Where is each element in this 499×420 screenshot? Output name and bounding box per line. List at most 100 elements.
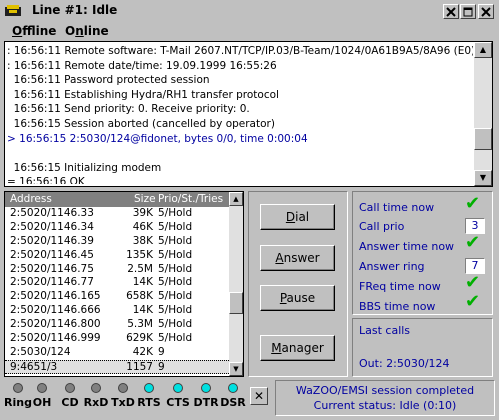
freq-time-check-icon: ✔ (465, 272, 481, 293)
table-header: Address Size Prio/St./Tries (5, 192, 229, 207)
last-call-out: Out: 2:5030/124 (359, 357, 450, 370)
led-dsr-label: DSR (220, 396, 246, 409)
led-txd-icon (118, 383, 128, 393)
cell-size: 658K (126, 290, 153, 303)
dial-button[interactable]: Dial (260, 204, 335, 230)
cell-size: 38K (132, 234, 153, 247)
menu-online[interactable]: Online (65, 24, 109, 38)
call-prio-label: Call prio (359, 220, 405, 233)
cell-prio: 5/Hold (158, 318, 193, 331)
table-row[interactable]: 2:5020/1146.999 629K 5/Hold (5, 332, 229, 346)
menu-online-label: Online (65, 24, 109, 38)
table-row[interactable]: 2:5020/1146.800 5.3M 5/Hold (5, 318, 229, 332)
answer-time-now-label: Answer time now (359, 240, 455, 253)
cell-address: 2:5020/1146.77 (10, 276, 94, 289)
cell-prio: 5/Hold (158, 290, 193, 303)
freq-time-now-label: FReq time now (359, 280, 441, 293)
maximize-icon[interactable] (460, 4, 476, 19)
table-row[interactable]: 2:5020/1146.33 39K 5/Hold (5, 207, 229, 221)
led-dsr-icon (228, 383, 238, 393)
cell-prio: 5/Hold (158, 234, 193, 247)
cell-size: 629K (126, 332, 153, 345)
col-address-header[interactable]: Address (10, 193, 52, 205)
answer-button[interactable]: Answer (260, 245, 335, 271)
log-line: : 16:56:11 Remote date/time: 19.09.1999 … (7, 59, 277, 72)
col-prio-header[interactable]: Prio/St./Tries (158, 193, 223, 205)
log-line: 16:56:11 Establishing Hydra/RH1 transfer… (7, 88, 279, 101)
close-icon[interactable] (443, 4, 459, 19)
scroll-up-icon[interactable]: ▲ (474, 42, 492, 58)
call-time-now-label: Call time now (359, 201, 435, 214)
log-line: = 16:56:16 OK (7, 176, 85, 184)
close-window-icon[interactable] (478, 4, 494, 19)
bbs-time-check-icon: ✔ (465, 291, 481, 312)
led-dtr-label: DTR (193, 396, 219, 409)
col-size-header[interactable]: Size (134, 193, 156, 205)
log-scroll-thumb[interactable] (474, 128, 492, 150)
cell-size: 14K (132, 304, 153, 317)
led-ring-label: Ring (4, 396, 32, 409)
log-lines: : 16:56:11 Remote software: T-Mail 2607.… (7, 44, 473, 184)
cell-address: 9:4651/3 (10, 360, 58, 373)
table-scroll-up-icon[interactable]: ▲ (229, 192, 243, 206)
led-rts-label: RTS (137, 396, 161, 409)
cell-size: 1157 (126, 360, 153, 373)
led-rxd-label: RxD (83, 396, 109, 409)
table-row[interactable]: 2:5020/1146.45 135K 5/Hold (5, 249, 229, 263)
dial-label: Dial (285, 210, 310, 224)
cell-address: 2:5020/1146.165 (10, 290, 101, 303)
table-row[interactable]: 9:4651/3 1157 9 (5, 359, 229, 374)
manager-button[interactable]: Manager (260, 335, 335, 361)
log-line: 16:56:11 Send priority: 0. Receive prior… (7, 103, 250, 116)
led-cd-label: CD (61, 396, 79, 409)
cell-size: 46K (132, 220, 153, 233)
app-icon (5, 5, 21, 16)
cell-address: 2:5020/1146.34 (10, 220, 94, 233)
window-title: Line #1: Idle (32, 3, 118, 17)
menu-bar: Offline Online (0, 22, 499, 40)
cell-prio: 5/Hold (158, 207, 193, 219)
table-row[interactable]: 2:5020/1146.165 658K 5/Hold (5, 290, 229, 304)
session-status-panel: WaZOO/EMSI session completed Current sta… (275, 380, 495, 416)
call-time-check-icon: ✔ (465, 193, 481, 214)
menu-offline[interactable]: Offline (12, 24, 56, 38)
outbound-table: Address Size Prio/St./Tries 2:5020/1146.… (4, 191, 244, 377)
cell-prio: 5/Hold (158, 220, 193, 233)
log-scrollbar[interactable]: ▲ ▼ (474, 42, 492, 186)
scroll-down-icon[interactable]: ▼ (474, 170, 492, 186)
title-bar: Line #1: Idle (0, 0, 499, 22)
cell-address: 2:5020/1146.800 (10, 318, 101, 331)
hangup-close-icon[interactable]: ✕ (250, 387, 268, 405)
cell-address: 2:5030/124 (10, 345, 71, 358)
cell-size: 14K (132, 276, 153, 289)
cell-address: 2:5020/1146.999 (10, 332, 101, 345)
table-row[interactable]: 2:5020/1146.77 14K 5/Hold (5, 276, 229, 290)
cell-address: 2:5020/1146.33 (10, 207, 94, 219)
cell-prio: 5/Hold (158, 332, 193, 345)
table-row[interactable]: 2:5030/124 42K 9 (5, 346, 229, 360)
table-body: 2:5020/1146.33 39K 5/Hold 2:5020/1146.34 46K… (5, 207, 229, 374)
table-scrollbar[interactable]: ▲ ▼ (229, 192, 243, 376)
led-cts-label: CTS (166, 396, 190, 409)
pause-button[interactable]: Pause (260, 285, 335, 311)
table-row[interactable]: 2:5020/1146.666 14K 5/Hold (5, 304, 229, 318)
led-txd-label: TxD (111, 396, 135, 409)
table-row[interactable]: 2:5020/1146.34 46K 5/Hold (5, 221, 229, 235)
table-scroll-thumb[interactable] (229, 292, 243, 314)
pause-label: Pause (279, 291, 316, 305)
cell-address: 2:5020/1146.666 (10, 304, 101, 317)
table-scroll-down-icon[interactable]: ▼ (229, 362, 243, 376)
schedule-status-panel: Call time now ✔ Call prio 3 Answer time … (352, 191, 493, 315)
answer-time-check-icon: ✔ (465, 232, 481, 253)
bbs-time-now-label: BBS time now (359, 300, 436, 313)
answer-label: Answer (275, 251, 320, 265)
table-row[interactable]: 2:5020/1146.75 2.5M 5/Hold (5, 263, 229, 277)
led-rts-icon (144, 383, 154, 393)
session-log: : 16:56:11 Remote software: T-Mail 2607.… (4, 41, 493, 187)
led-cd-icon (65, 383, 75, 393)
table-row[interactable]: 2:5020/1146.39 38K 5/Hold (5, 235, 229, 249)
modem-indicators: Ring OH CD RxD TxD RTS CTS DTR DSR ✕ (4, 380, 272, 416)
cell-prio: 9 (158, 360, 165, 373)
led-oh-label: OH (32, 396, 52, 409)
